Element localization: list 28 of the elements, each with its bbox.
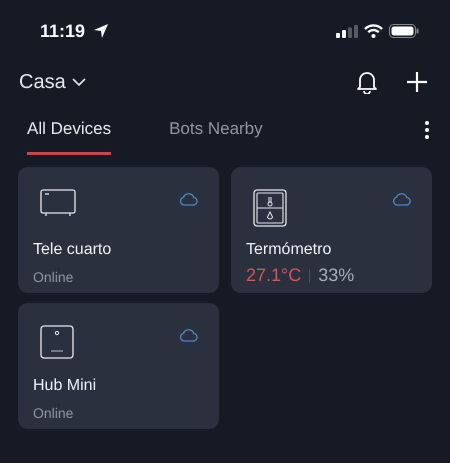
device-name: Hub Mini	[33, 377, 98, 395]
wifi-icon	[364, 24, 383, 38]
more-icon[interactable]	[424, 120, 430, 140]
location-arrow-icon	[93, 23, 110, 39]
status-time: 11:19	[40, 20, 86, 42]
bell-icon[interactable]	[356, 70, 378, 94]
tab[interactable]: Bots Nearby	[169, 117, 263, 155]
device-name: Termómetro	[246, 241, 332, 259]
temperature-reading: 27.1°C	[246, 265, 302, 286]
device-card[interactable]: Hub Mini Online	[18, 303, 219, 429]
tab[interactable]: All Devices	[27, 117, 112, 155]
cloud-icon	[179, 329, 199, 342]
device-card[interactable]: Termómetro 27.1°C 33%	[231, 167, 432, 293]
device-card[interactable]: Tele cuarto Online	[18, 167, 219, 293]
home-selector[interactable]: Casa	[19, 70, 86, 94]
signal-icon	[336, 24, 358, 38]
device-name: Tele cuarto	[33, 241, 112, 259]
add-icon[interactable]	[406, 71, 428, 93]
cloud-icon	[392, 193, 412, 206]
device-status: Online	[33, 405, 74, 421]
hub-icon	[40, 325, 74, 359]
humidity-reading: 33%	[318, 265, 354, 286]
device-status: Online	[33, 269, 74, 285]
battery-icon	[389, 24, 419, 38]
tv-icon	[40, 189, 76, 217]
cloud-icon	[179, 193, 199, 206]
thermometer-hygrometer-icon	[253, 189, 287, 227]
chevron-down-icon	[72, 78, 86, 86]
